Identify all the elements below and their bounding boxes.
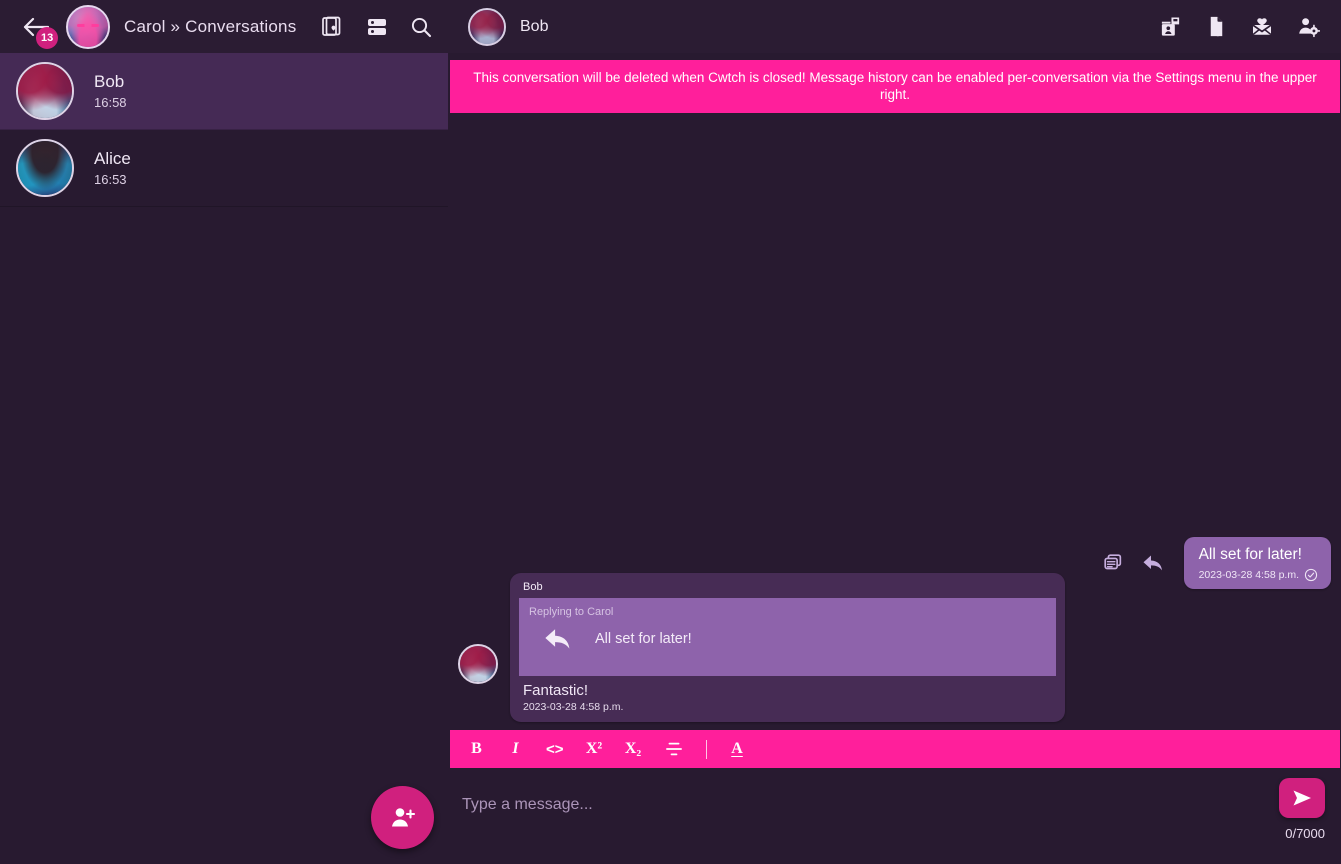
manage-contact-icon[interactable]: [1295, 14, 1321, 40]
back-button[interactable]: 13: [16, 7, 59, 49]
strikethrough-button[interactable]: [664, 737, 684, 761]
message-composer: 0/7000: [448, 768, 1341, 864]
reply-icon: [545, 629, 570, 649]
message-bubble-received[interactable]: Bob Replying to Carol All set for later!…: [510, 573, 1065, 722]
top-bars: 13 Carol » Conversations Bob: [0, 0, 1341, 53]
conversation-name: Alice: [94, 149, 131, 168]
page-title: Carol » Conversations: [124, 16, 297, 36]
formatting-toolbar: B I <> X² X₂ A: [450, 730, 1340, 768]
superscript-button[interactable]: X²: [586, 737, 603, 761]
message-sender: Bob: [523, 581, 543, 593]
message-bubble-sent[interactable]: All set for later! 2023-03-28 4:58 p.m.: [1183, 537, 1331, 589]
avatar-carol[interactable]: [66, 4, 110, 49]
message-meta: 2023-03-28 4:58 p.m.: [1199, 568, 1318, 582]
italic-button[interactable]: I: [507, 737, 524, 761]
profiles-icon[interactable]: [320, 14, 346, 40]
cwtch-app-window: 13 Carol » Conversations Bob Bob 16:58 A…: [0, 0, 1341, 864]
servers-icon[interactable]: [364, 14, 390, 40]
chat-pane: This conversation will be deleted when C…: [448, 53, 1341, 864]
text-color-button[interactable]: A: [729, 737, 746, 761]
message-timestamp: 2023-03-28 4:58 p.m.: [1198, 569, 1299, 581]
conversation-time: 16:58: [94, 95, 127, 110]
quoted-message[interactable]: Replying to Carol All set for later!: [519, 598, 1056, 676]
send-button[interactable]: [1279, 778, 1325, 818]
message-text: All set for later!: [1198, 546, 1302, 563]
save-contact-icon[interactable]: [1157, 14, 1183, 40]
bold-button[interactable]: B: [468, 737, 485, 761]
search-icon[interactable]: [408, 14, 434, 40]
conversation-name: Bob: [94, 72, 125, 91]
conversation-meta: Bob 16:58: [94, 72, 127, 110]
conversation-header: Bob: [448, 0, 1341, 53]
sent-check-icon: [1304, 568, 1318, 582]
copy-message-icon[interactable]: [1102, 552, 1124, 574]
conversation-header-actions: [1157, 14, 1321, 40]
main-body: Bob 16:58 Alice 16:53 This conversation …: [0, 53, 1341, 864]
avatar-bob: [458, 644, 498, 684]
avatar-bob: [16, 62, 74, 120]
invite-icon[interactable]: [1249, 14, 1275, 40]
code-button[interactable]: <>: [546, 737, 564, 761]
conversation-time: 16:53: [94, 172, 127, 187]
message-list: All set for later! 2023-03-28 4:58 p.m.: [448, 113, 1341, 730]
reply-icon[interactable]: [1142, 553, 1166, 573]
message-timestamp: 2023-03-28 4:58 p.m.: [523, 701, 624, 713]
quote-text: All set for later!: [595, 631, 692, 647]
conversation-item-alice[interactable]: Alice 16:53: [0, 130, 448, 207]
avatar-bob[interactable]: [468, 7, 506, 46]
unread-badge: 13: [36, 26, 59, 49]
character-counter: 0/7000: [1285, 826, 1325, 841]
quote-label: Replying to Carol: [529, 606, 614, 618]
conversation-list: Bob 16:58 Alice 16:53: [0, 53, 448, 864]
strikethrough-icon: [665, 742, 682, 756]
subscript-button[interactable]: X₂: [625, 737, 642, 761]
message-incoming: Bob Replying to Carol All set for later!…: [458, 573, 1065, 722]
toolbar-divider: [705, 739, 707, 759]
add-contact-button[interactable]: [371, 786, 434, 849]
conversation-item-bob[interactable]: Bob 16:58: [0, 53, 448, 130]
send-icon: [1293, 790, 1311, 806]
ephemeral-warning-banner: This conversation will be deleted when C…: [450, 60, 1340, 113]
quote-body: All set for later!: [529, 622, 1046, 652]
message-text: Fantastic!: [523, 682, 589, 699]
message-input[interactable]: [450, 786, 1321, 824]
avatar-alice: [16, 139, 74, 197]
add-person-icon: [391, 807, 415, 826]
conversation-meta: Alice 16:53: [94, 149, 131, 187]
peer-name: Bob: [520, 17, 549, 35]
sidebar-header: 13 Carol » Conversations: [0, 0, 448, 53]
message-outgoing: All set for later! 2023-03-28 4:58 p.m.: [1102, 537, 1331, 589]
sidebar-header-actions: [320, 14, 434, 40]
file-attachment-icon[interactable]: [1203, 14, 1229, 40]
